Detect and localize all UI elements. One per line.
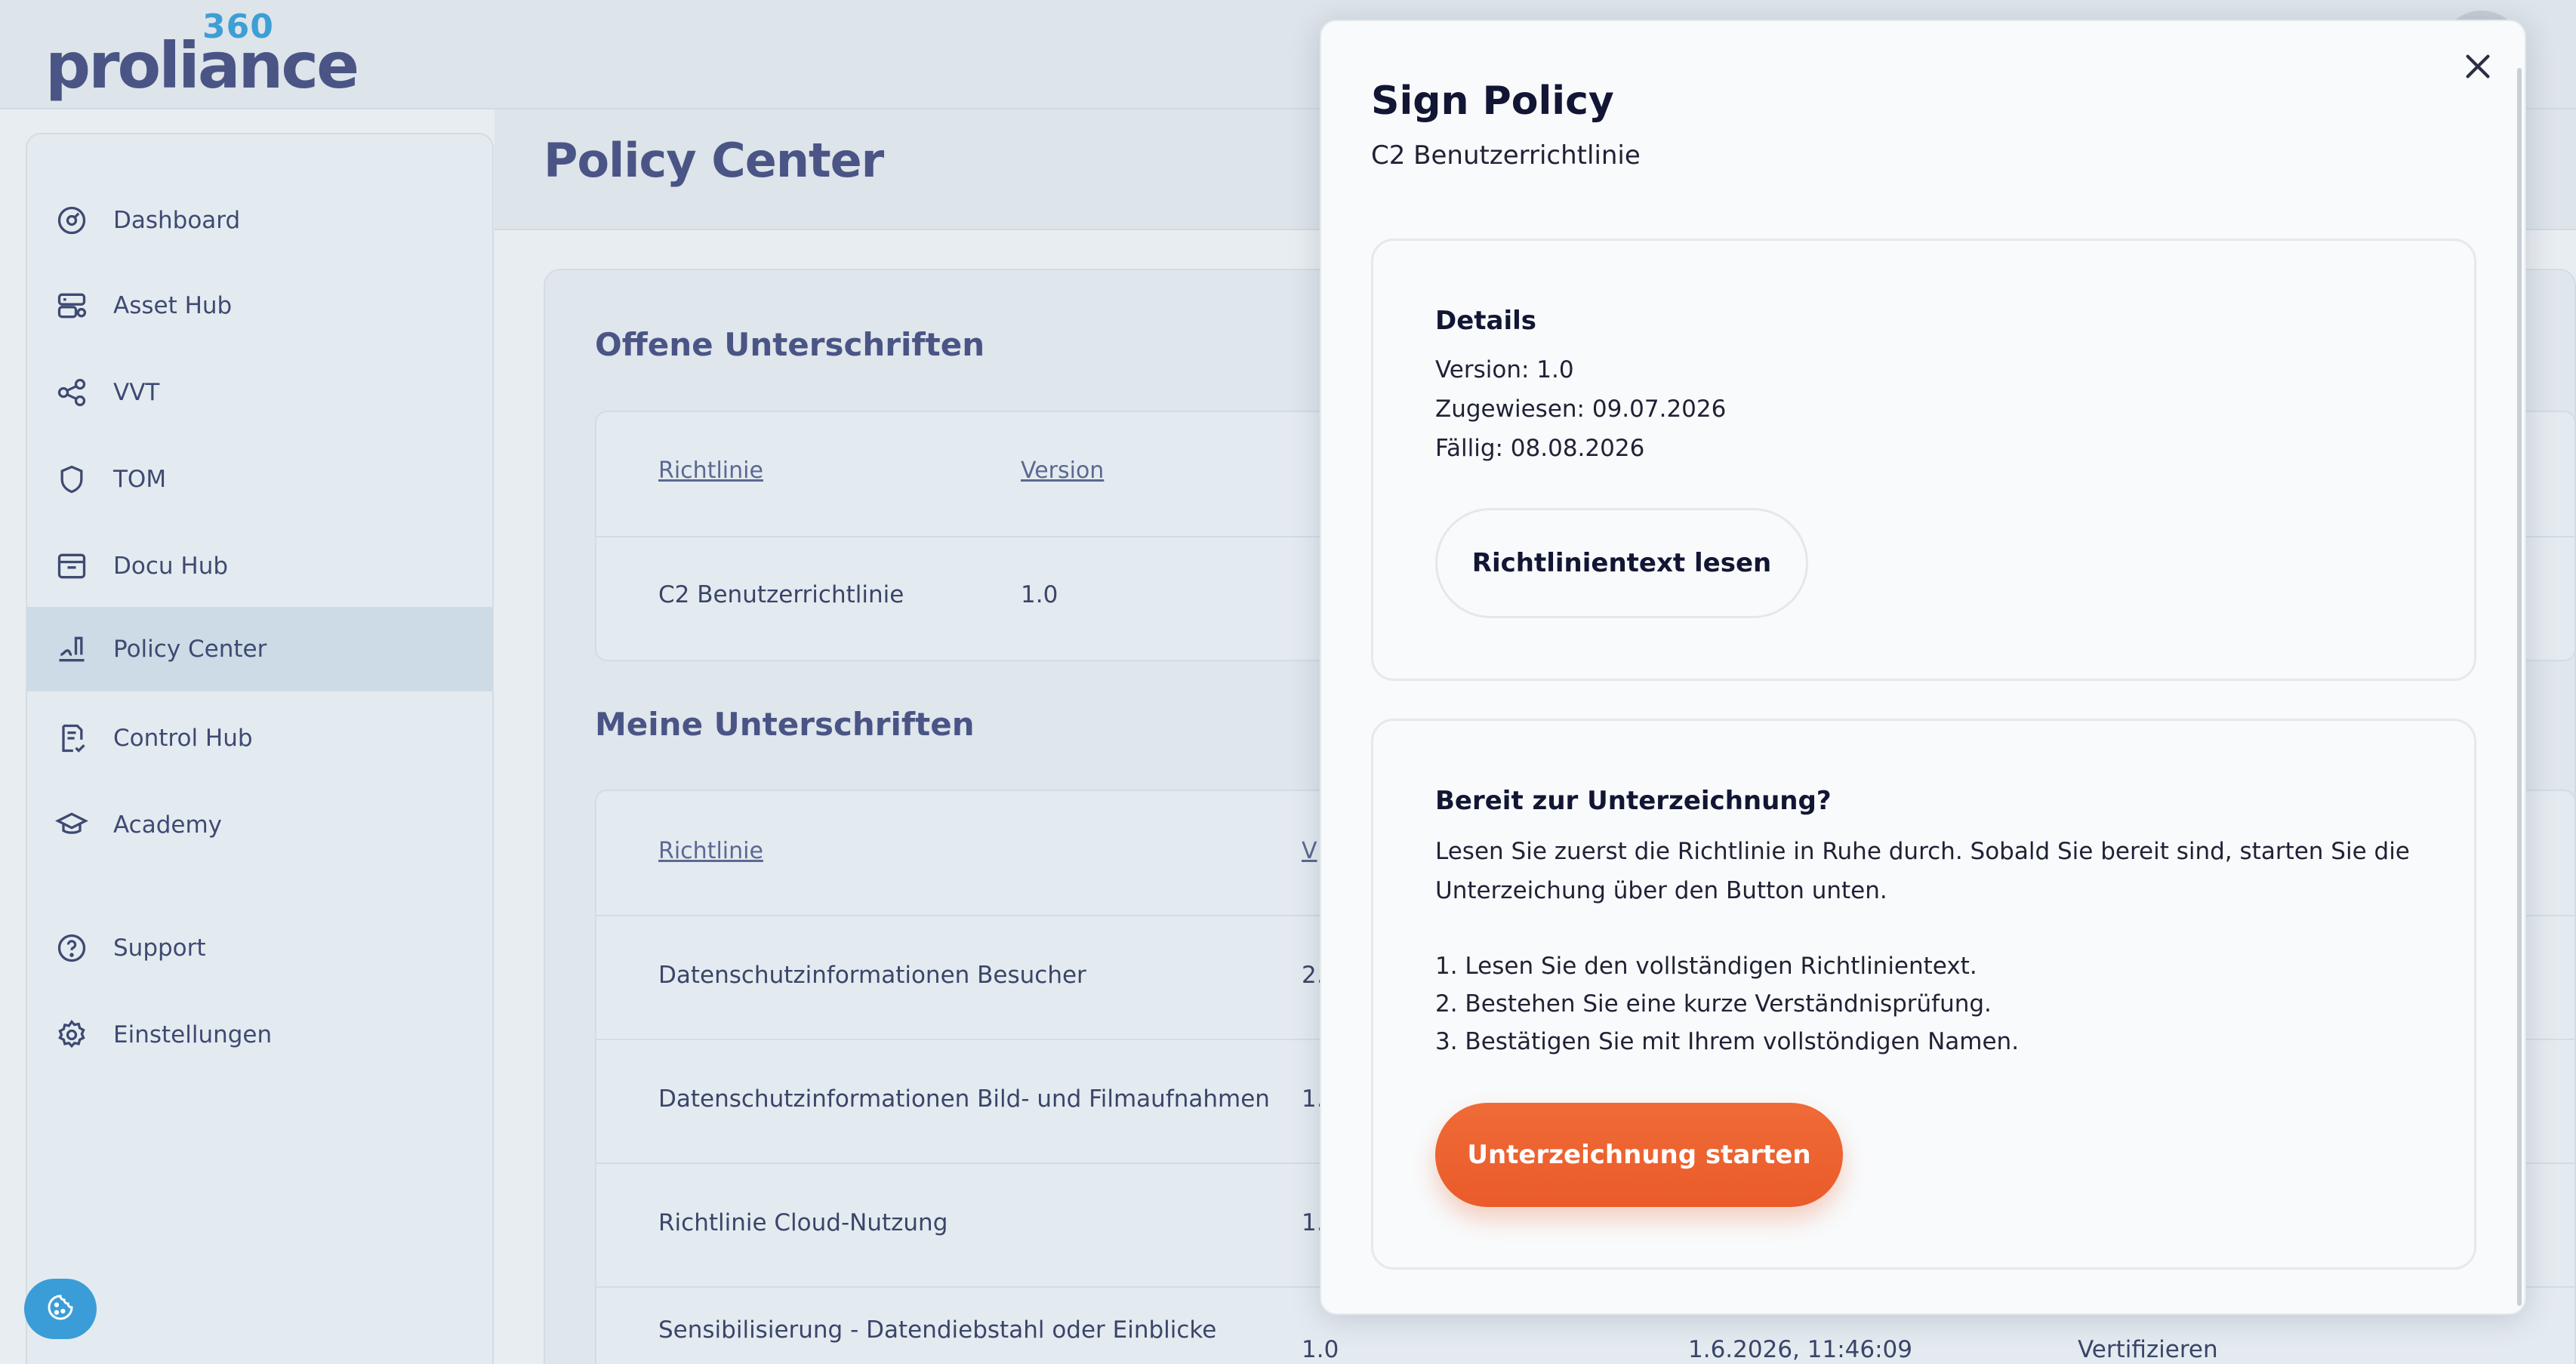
- details-heading: Details: [1435, 306, 1537, 336]
- column-header-version[interactable]: Version: [1021, 457, 1104, 484]
- ready-to-sign-panel: Bereit zur Unterzeichnung? Lesen Sie zue…: [1371, 719, 2476, 1270]
- column-header-version[interactable]: V: [1302, 838, 1317, 864]
- read-policy-button[interactable]: Richtlinientext lesen: [1435, 508, 1808, 618]
- column-header-policy[interactable]: Richtlinie: [658, 838, 763, 864]
- sidebar-item-label: VVT: [113, 379, 160, 406]
- ready-intro-line-2: Unterzeichung über den Button unten.: [1435, 877, 1887, 904]
- sidebar-item-einstellungen[interactable]: Einstellungen: [27, 993, 492, 1077]
- close-button[interactable]: [2457, 47, 2499, 89]
- sidebar-item-control-hub[interactable]: Control Hub: [27, 696, 492, 781]
- policy-name: Datenschutzinformationen Besucher: [658, 962, 1086, 989]
- signed-date: 1.6.2026, 11:46:09: [1688, 1336, 1912, 1363]
- sidebar: Dashboard Asset Hub VVT TOM Docu Hub Pol…: [26, 133, 494, 1364]
- gear-icon: [54, 1018, 89, 1052]
- open-signatures-title: Offene Unterschriften: [595, 326, 985, 363]
- policy-name: Richtlinie Cloud-Nutzung: [658, 1209, 948, 1236]
- ready-step-3: 3. Bestätigen Sie mit Ihrem vollstöndige…: [1435, 1028, 2020, 1055]
- verify-link[interactable]: Vertifizieren: [2078, 1336, 2218, 1363]
- dialog-title: Sign Policy: [1371, 79, 1614, 124]
- policy-name: Datenschutzinformationen Bild- und Filma…: [658, 1085, 1270, 1113]
- sidebar-item-label: Einstellungen: [113, 1021, 273, 1048]
- ready-heading: Bereit zur Unterzeichnung?: [1435, 786, 1832, 816]
- sidebar-item-label: Control Hub: [113, 725, 253, 752]
- policy-version: 1.0: [1021, 581, 1058, 608]
- checklist-icon: [54, 721, 89, 756]
- cookie-settings-button[interactable]: [24, 1279, 97, 1339]
- ready-step-2: 2. Bestehen Sie eine kurze Verständnispr…: [1435, 990, 1992, 1018]
- dialog-scrollbar[interactable]: [2517, 68, 2522, 1306]
- server-icon: [54, 288, 89, 323]
- policy-version: 1.0: [1302, 1336, 1339, 1363]
- sidebar-item-support[interactable]: Support: [27, 906, 492, 990]
- sidebar-item-label: Support: [113, 934, 206, 962]
- archive-icon: [54, 549, 89, 583]
- shield-icon: [54, 462, 89, 497]
- sidebar-item-label: Academy: [113, 811, 222, 839]
- sidebar-item-policy-center[interactable]: Policy Center: [27, 607, 492, 691]
- sidebar-item-label: Dashboard: [113, 207, 241, 234]
- sidebar-item-tom[interactable]: TOM: [27, 437, 492, 522]
- ready-step-1: 1. Lesen Sie den vollständigen Richtlini…: [1435, 953, 1977, 980]
- details-panel: Details Version: 1.0 Zugewiesen: 09.07.2…: [1371, 239, 2476, 681]
- graduation-cap-icon: [54, 808, 89, 842]
- close-icon: [2460, 49, 2495, 87]
- start-signing-button[interactable]: Unterzeichnung starten: [1435, 1103, 1843, 1207]
- sidebar-item-docu-hub[interactable]: Docu Hub: [27, 524, 492, 608]
- page-title: Policy Center: [544, 133, 884, 188]
- cookie-icon: [45, 1292, 75, 1326]
- help-icon: [54, 931, 89, 965]
- my-signatures-title: Meine Unterschriften: [595, 706, 975, 743]
- share-icon: [54, 375, 89, 410]
- sidebar-item-label: Asset Hub: [113, 292, 233, 319]
- sidebar-item-label: Policy Center: [113, 636, 267, 663]
- signature-icon: [54, 632, 89, 667]
- sidebar-item-label: Docu Hub: [113, 553, 229, 580]
- logo-text: proliance: [45, 29, 359, 103]
- proliance-logo[interactable]: 360 proliance: [45, 8, 359, 103]
- sidebar-item-vvt[interactable]: VVT: [27, 350, 492, 435]
- policy-name: Sensibilisierung - Datendiebstahl oder E…: [658, 1316, 1217, 1344]
- column-header-policy[interactable]: Richtlinie: [658, 457, 763, 484]
- sidebar-item-dashboard[interactable]: Dashboard: [27, 178, 492, 263]
- dialog-subtitle: C2 Benutzerrichtlinie: [1371, 140, 1641, 171]
- details-version: Version: 1.0: [1435, 356, 1574, 383]
- details-assigned: Zugewiesen: 09.07.2026: [1435, 396, 1727, 423]
- sidebar-item-academy[interactable]: Academy: [27, 783, 492, 867]
- gauge-icon: [54, 203, 89, 238]
- ready-intro-line-1: Lesen Sie zuerst die Richtlinie in Ruhe …: [1435, 838, 2410, 865]
- sidebar-item-asset-hub[interactable]: Asset Hub: [27, 263, 492, 348]
- sidebar-item-label: TOM: [113, 466, 167, 493]
- policy-name: C2 Benutzerrichtlinie: [658, 581, 904, 608]
- details-due: Fällig: 08.08.2026: [1435, 435, 1645, 462]
